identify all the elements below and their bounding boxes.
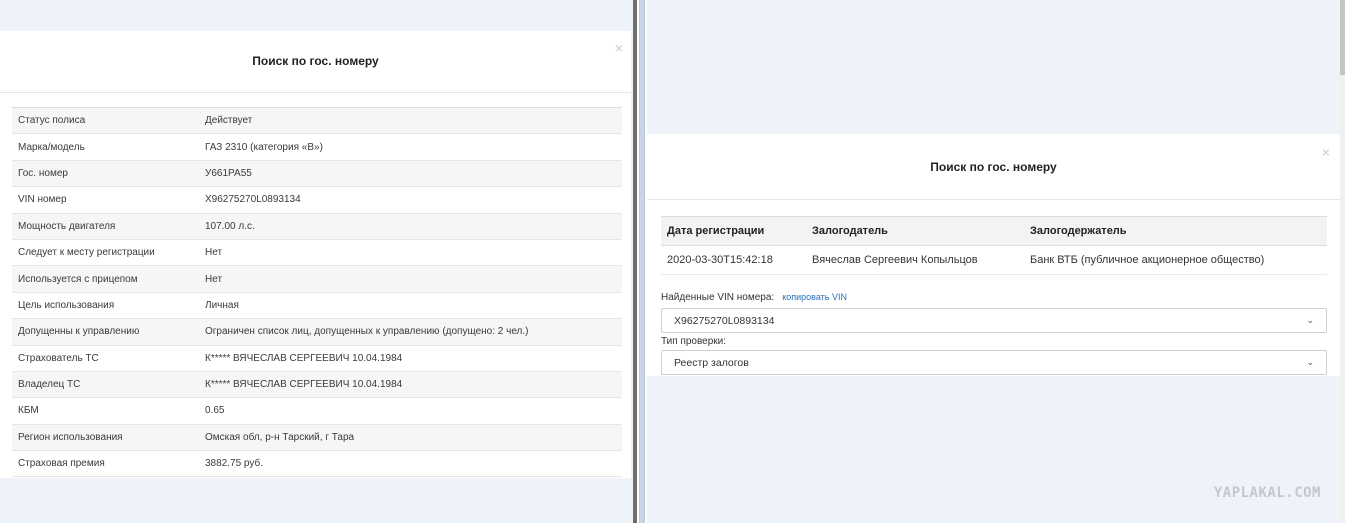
row-label: Следует к месту регистрации xyxy=(12,239,199,267)
row-value: Омская обл, р-н Тарский, г Тара xyxy=(199,424,622,452)
window-split-bar[interactable] xyxy=(633,0,647,523)
row-label: VIN номер xyxy=(12,186,199,214)
chevron-down-icon: ⌄ xyxy=(1306,315,1314,325)
table-row: КБМ 0.65 xyxy=(12,397,622,425)
copy-vin-link[interactable]: копировать VIN xyxy=(782,292,847,302)
row-value: 3882.75 руб. xyxy=(199,450,622,478)
split-edge xyxy=(633,0,637,523)
row-value: X96275270L0893134 xyxy=(199,186,622,214)
close-icon[interactable]: × xyxy=(615,41,623,55)
table-row: VIN номер X96275270L0893134 xyxy=(12,186,622,214)
row-value: К***** ВЯЧЕСЛАВ СЕРГЕЕВИЧ 10.04.1984 xyxy=(199,345,622,372)
policy-modal: Поиск по гос. номеру × Статус полиса Дейс… xyxy=(0,31,631,478)
table-row: Регион использования Омская обл, р-н Тарс… xyxy=(12,424,622,452)
vin-label: Найденные VIN номера: копировать VIN xyxy=(661,292,847,303)
table-row: Марка/модель ГАЗ 2310 (категория «B») xyxy=(12,133,622,161)
row-value: К***** ВЯЧЕСЛАВ СЕРГЕЕВИЧ 10.04.1984 xyxy=(199,371,622,399)
divider xyxy=(647,199,1340,200)
watermark-logo: YAPLAKAL.COM xyxy=(1213,485,1321,501)
left-pane: Поиск по гос. номеру × Статус полиса Дейс… xyxy=(0,0,633,523)
table-header-row: Дата регистрации Залогодатель Залогодерж… xyxy=(661,216,1327,246)
vin-select-value: X96275270L0893134 xyxy=(674,314,775,327)
table-row: Владелец ТС К***** ВЯЧЕСЛАВ СЕРГЕЕВИЧ 10.… xyxy=(12,371,622,399)
row-label: Мощность двигателя xyxy=(12,213,199,240)
row-label: Цель использования xyxy=(12,292,199,320)
row-label: Статус полиса xyxy=(12,107,199,135)
modal-title: Поиск по гос. номеру xyxy=(252,54,379,68)
split-handle[interactable] xyxy=(639,0,645,523)
row-label: Гос. номер xyxy=(12,160,199,188)
table-row: Допущенны к управлению Ограничен список л… xyxy=(12,318,622,346)
chevron-down-icon: ⌄ xyxy=(1306,357,1314,367)
row-value: Нет xyxy=(199,239,622,267)
divider xyxy=(0,92,631,93)
row-value: У661РА55 xyxy=(199,160,622,188)
cell-date: 2020-03-30T15:42:18 xyxy=(661,245,806,275)
row-label: Страховая премия xyxy=(12,450,199,478)
close-icon[interactable]: × xyxy=(1322,145,1330,159)
table-row: Цель использования Личная xyxy=(12,292,622,320)
vin-label-text: Найденные VIN номера: xyxy=(661,292,775,303)
row-value: ГАЗ 2310 (категория «B») xyxy=(199,133,622,161)
pledge-modal: Поиск по гос. номеру × Дата регистрации … xyxy=(647,134,1340,376)
row-label: Владелец ТС xyxy=(12,371,199,399)
row-value: Нет xyxy=(199,265,622,293)
scrollbar-thumb[interactable] xyxy=(1340,0,1345,75)
modal-title: Поиск по гос. номеру xyxy=(930,160,1057,174)
row-label: Марка/модель xyxy=(12,133,199,161)
table-row: Страховая премия 3882.75 руб. xyxy=(12,450,622,478)
table-row: 2020-03-30T15:42:18 Вячеслав Сергеевич К… xyxy=(661,245,1327,275)
table-row: Статус полиса Действует xyxy=(12,107,622,135)
pledge-table: Дата регистрации Залогодатель Залогодерж… xyxy=(661,216,1327,275)
table-row: Страхователь ТС К***** ВЯЧЕСЛАВ СЕРГЕЕВИЧ… xyxy=(12,345,622,372)
col-header-date: Дата регистрации xyxy=(661,216,806,246)
table-row: Используется с прицепом Нет xyxy=(12,265,622,293)
row-value: Ограничен список лиц, допущенных к управ… xyxy=(199,318,622,346)
scrollbar-track[interactable] xyxy=(1340,75,1345,523)
vin-select[interactable]: X96275270L0893134 ⌄ xyxy=(661,308,1327,333)
policy-table: Статус полиса Действует Марка/модель ГАЗ 2… xyxy=(12,107,622,478)
check-type-value: Реестр залогов xyxy=(674,356,749,369)
col-header-pledgee: Залогодержатель xyxy=(1024,216,1327,246)
row-label: Регион использования xyxy=(12,424,199,452)
row-label: Допущенны к управлению xyxy=(12,318,199,346)
row-label: Используется с прицепом xyxy=(12,265,199,293)
row-label: Страхователь ТС xyxy=(12,345,199,372)
check-type-select[interactable]: Реестр залогов ⌄ xyxy=(661,350,1327,375)
col-header-pledgor: Залогодатель xyxy=(806,216,1024,246)
row-value: 107.00 л.с. xyxy=(199,213,622,240)
row-value: 0.65 xyxy=(199,397,622,425)
table-row: Следует к месту регистрации Нет xyxy=(12,239,622,267)
table-row: Гос. номер У661РА55 xyxy=(12,160,622,188)
check-type-label: Тип проверки: xyxy=(661,336,727,347)
row-label: КБМ xyxy=(12,397,199,425)
table-row: Мощность двигателя 107.00 л.с. xyxy=(12,213,622,240)
row-value: Действует xyxy=(199,107,622,135)
row-value: Личная xyxy=(199,292,622,320)
right-pane: Поиск по гос. номеру × Дата регистрации … xyxy=(647,0,1345,523)
cell-pledgee: Банк ВТБ (публичное акционерное общество… xyxy=(1024,245,1327,275)
cell-pledgor: Вячеслав Сергеевич Копыльцов xyxy=(806,245,1024,275)
